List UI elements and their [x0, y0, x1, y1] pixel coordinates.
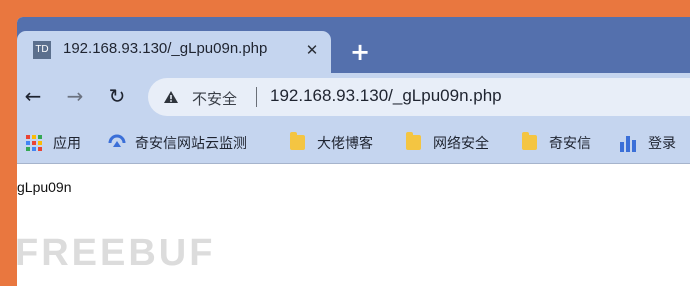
- warning-icon[interactable]: [164, 91, 178, 103]
- active-tab[interactable]: TD 192.168.93.130/_gLpu09n.php ✕: [17, 31, 331, 73]
- site-favicon-icon: TD: [33, 41, 51, 59]
- bookmark-login[interactable]: 登录: [618, 121, 688, 163]
- bookmark-qianxin-monitor[interactable]: 奇安信网站云监测: [107, 121, 277, 163]
- bookmark-folder-netsec[interactable]: 网络安全: [404, 121, 504, 163]
- address-bar[interactable]: 不安全 192.168.93.130/_gLpu09n.php: [148, 78, 690, 116]
- bookmark-label: 登录: [648, 136, 676, 152]
- browser-toolbar: ← → ↻ 不安全 192.168.93.130/_gLpu09n.php: [17, 73, 690, 121]
- page-body-text: gLpu09n: [17, 179, 72, 195]
- bookmark-label: 奇安信网站云监测: [135, 136, 247, 152]
- qianxin-logo-icon: [108, 134, 126, 147]
- bar-chart-icon: [620, 136, 636, 152]
- tab-title: 192.168.93.130/_gLpu09n.php: [63, 40, 268, 57]
- bookmark-label: 网络安全: [433, 136, 489, 152]
- new-tab-button[interactable]: +: [348, 40, 372, 64]
- back-button[interactable]: ←: [22, 85, 44, 107]
- bookmark-folder-qianxin[interactable]: 奇安信: [520, 121, 605, 163]
- address-separator: [256, 87, 257, 107]
- bookmark-folder-blogs[interactable]: 大佬博客: [288, 121, 388, 163]
- bookmarks-bar: 应用 奇安信网站云监测 大佬博客 网络安全 奇安信 登录: [17, 121, 690, 164]
- tab-strip: TD 192.168.93.130/_gLpu09n.php ✕ +: [17, 17, 690, 73]
- bookmark-label: 应用: [53, 136, 81, 152]
- security-status[interactable]: 不安全: [192, 88, 237, 109]
- freebuf-watermark: FREEBUF: [15, 232, 216, 274]
- folder-icon: [406, 132, 421, 150]
- bookmark-apps[interactable]: 应用: [24, 121, 90, 163]
- bookmark-label: 奇安信: [549, 136, 591, 152]
- folder-icon: [522, 132, 537, 150]
- forward-button[interactable]: →: [64, 85, 86, 107]
- apps-grid-icon: [26, 135, 42, 151]
- bookmark-label: 大佬博客: [317, 136, 373, 152]
- reload-button[interactable]: ↻: [106, 85, 128, 107]
- folder-icon: [290, 132, 305, 150]
- close-tab-icon[interactable]: ✕: [304, 42, 320, 58]
- url-text[interactable]: 192.168.93.130/_gLpu09n.php: [270, 86, 502, 106]
